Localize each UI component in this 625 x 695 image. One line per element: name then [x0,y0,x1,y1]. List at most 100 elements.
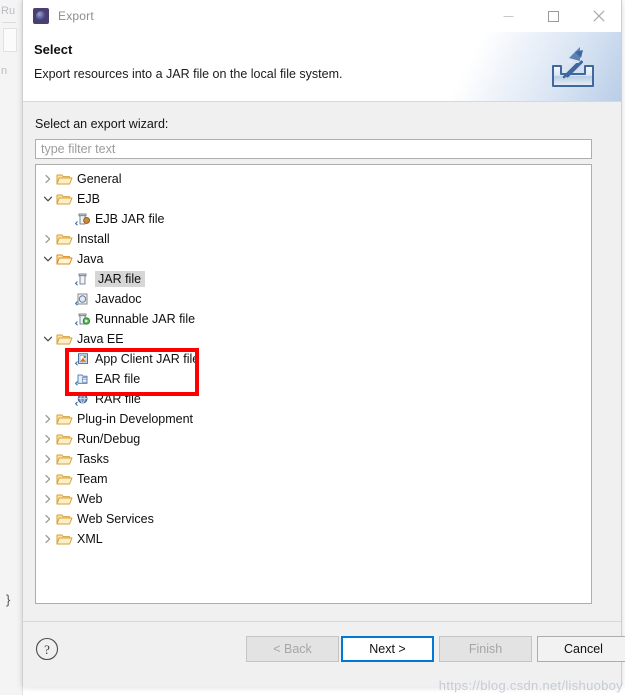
tree-indent-spacer [58,209,74,229]
tree-item-xml[interactable]: XML [36,529,591,549]
chevron-right-icon[interactable] [40,489,56,509]
tree-item-plug-in-development[interactable]: Plug-in Development [36,409,591,429]
folder-icon [56,191,73,207]
tree-item-ear-file[interactable]: EAR file [36,369,591,389]
cancel-button[interactable]: Cancel [537,636,625,662]
tree-item-label: Plug-in Development [77,412,194,426]
backdrop-text-fragment: } [6,592,11,607]
backdrop-text-fragment: Ru [1,5,16,17]
chevron-right-icon[interactable] [40,469,56,489]
window-controls [486,0,621,32]
dialog-title: Export [58,9,94,23]
tree-item-run-debug[interactable]: Run/Debug [36,429,591,449]
chevron-down-icon[interactable] [40,249,56,269]
chevron-down-icon[interactable] [40,189,56,209]
chevron-down-icon[interactable] [40,329,56,349]
folder-icon [56,231,73,247]
tree-indent-spacer [58,349,74,369]
backdrop-left-strip [0,0,23,695]
tree-item-label: RAR file [95,392,141,406]
tree-item-label: Team [77,472,108,486]
backdrop-divider [2,22,16,23]
tree-indent-spacer [58,269,74,289]
folder-icon [56,531,73,547]
tree-item-ejb[interactable]: EJB [36,189,591,209]
folder-icon [56,171,73,187]
tree-item-java[interactable]: Java [36,249,591,269]
tree-item-label: EAR file [95,372,141,386]
chevron-right-icon[interactable] [40,169,56,189]
ejb-jar-icon [74,211,91,227]
dialog-footer: ? < Back Next > Finish Cancel [23,621,625,687]
tree-item-rar-file[interactable]: RAR file [36,389,591,409]
tree-item-jar-file[interactable]: JAR file [36,269,591,289]
tree-item-runnable-jar-file[interactable]: Runnable JAR file [36,309,591,329]
export-dialog: Export Select Export resources into a JA… [22,0,625,687]
backdrop-editor-fragment [3,28,17,52]
chevron-right-icon[interactable] [40,409,56,429]
dialog-body: Select an export wizard: type filter tex… [23,102,621,621]
page-title: Select [34,42,73,57]
tree-item-app-client-jar-file[interactable]: App Client JAR file [36,349,591,369]
runnable-jar-icon [74,311,91,327]
tree-item-label: Web Services [77,512,154,526]
javadoc-icon [74,291,91,307]
tree-indent-spacer [58,389,74,409]
filter-input[interactable]: type filter text [35,139,592,159]
tree-item-label: Web [77,492,103,506]
chevron-right-icon[interactable] [40,529,56,549]
folder-icon [56,451,73,467]
tree-item-general[interactable]: General [36,169,591,189]
folder-icon [56,331,73,347]
tree-item-web-services[interactable]: Web Services [36,509,591,529]
tree-item-label: Install [77,232,110,246]
filter-placeholder: type filter text [41,142,116,156]
export-wizard-tree[interactable]: General EJB EJB JAR file Install Java JAR fil… [35,164,592,604]
tree-item-label: Runnable JAR file [95,312,196,326]
tree-item-label: App Client JAR file [95,352,200,366]
tree-indent-spacer [58,289,74,309]
tree-item-label: Javadoc [95,292,142,306]
finish-button[interactable]: Finish [439,636,532,662]
app-client-jar-icon [74,351,91,367]
folder-icon [56,471,73,487]
folder-icon [56,411,73,427]
rar-icon [74,391,91,407]
tree-item-label: Run/Debug [77,432,141,446]
chevron-right-icon[interactable] [40,449,56,469]
back-button[interactable]: < Back [246,636,339,662]
tree-item-web[interactable]: Web [36,489,591,509]
folder-open-icon [56,251,73,267]
tree-item-label: XML [77,532,103,546]
svg-text:?: ? [44,642,50,657]
maximize-button[interactable] [531,0,576,32]
export-wizard-icon [547,44,599,92]
folder-icon [56,431,73,447]
tree-item-java-ee[interactable]: Java EE [36,329,591,349]
tree-item-install[interactable]: Install [36,229,591,249]
tree-indent-spacer [58,369,74,389]
dialog-banner: Select Export resources into a JAR file … [23,32,621,102]
jar-icon [74,271,91,287]
chevron-right-icon[interactable] [40,229,56,249]
help-icon[interactable]: ? [35,637,59,661]
wizard-prompt-label: Select an export wizard: [35,117,169,131]
tree-item-label: EJB JAR file [95,212,165,226]
page-description: Export resources into a JAR file on the … [34,67,343,81]
tree-item-label: General [77,172,122,186]
tree-item-ejb-jar-file[interactable]: EJB JAR file [36,209,591,229]
chevron-right-icon[interactable] [40,509,56,529]
tree-item-label: JAR file [95,271,146,287]
backdrop-text-fragment: n [1,65,8,77]
chevron-right-icon[interactable] [40,429,56,449]
close-button[interactable] [576,0,621,32]
ear-icon [74,371,91,387]
minimize-button[interactable] [486,0,531,32]
tree-item-tasks[interactable]: Tasks [36,449,591,469]
tree-item-label: EJB [77,192,100,206]
tree-item-javadoc[interactable]: Javadoc [36,289,591,309]
tree-item-label: Java [77,252,104,266]
dialog-titlebar[interactable]: Export [23,0,621,32]
next-button[interactable]: Next > [341,636,434,662]
tree-item-team[interactable]: Team [36,469,591,489]
